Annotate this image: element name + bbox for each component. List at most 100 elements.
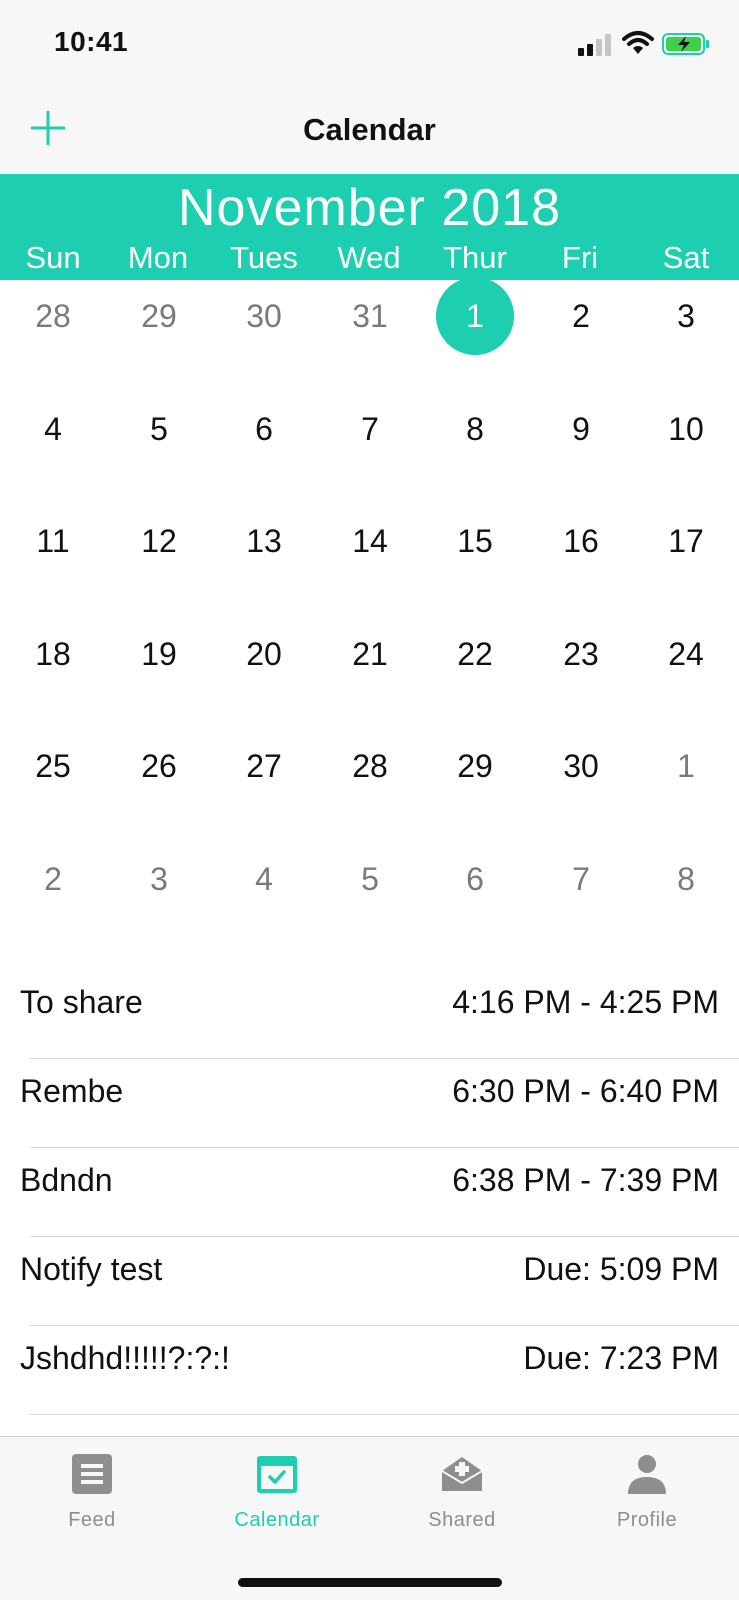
day-cell[interactable]: 27 (211, 716, 317, 816)
event-time: 6:30 PM - 6:40 PM (452, 1073, 719, 1109)
day-cell[interactable]: 10 (633, 379, 739, 479)
event-row[interactable]: Rembe 6:30 PM - 6:40 PM (0, 1059, 739, 1148)
day-cell[interactable]: 9 (528, 379, 634, 479)
day-cell[interactable]: 4 (211, 829, 317, 929)
day-number: 21 (352, 635, 388, 672)
day-cell[interactable]: 3 (106, 829, 212, 929)
day-number: 1 (677, 747, 695, 784)
day-cell[interactable]: 15 (422, 491, 528, 591)
day-number: 5 (150, 410, 168, 447)
day-number: 31 (352, 297, 388, 334)
tab-profile[interactable]: Profile (555, 1437, 739, 1547)
day-number: 25 (35, 747, 71, 784)
day-number: 28 (352, 747, 388, 784)
day-number: 4 (44, 410, 62, 447)
day-number: 13 (246, 522, 282, 559)
day-number: 23 (563, 635, 599, 672)
day-cell[interactable]: 1 (633, 716, 739, 816)
day-number: 22 (457, 635, 493, 672)
status-bar: 10:41 (0, 0, 739, 90)
tab-label: Feed (68, 1509, 116, 1531)
day-cell[interactable]: 13 (211, 491, 317, 591)
day-cell[interactable]: 16 (528, 491, 634, 591)
day-number: 28 (35, 297, 71, 334)
day-number: 18 (35, 635, 71, 672)
day-cell[interactable]: 8 (422, 379, 528, 479)
day-cell[interactable]: 11 (0, 491, 106, 591)
day-cell[interactable]: 20 (211, 604, 317, 704)
month-title: November 2018 (178, 179, 561, 237)
day-cell[interactable]: 23 (528, 604, 634, 704)
tab-shared[interactable]: Shared (370, 1437, 554, 1547)
day-cell[interactable]: 25 (0, 716, 106, 816)
day-cell[interactable]: 6 (422, 829, 528, 929)
day-number: 5 (361, 860, 379, 897)
day-cell[interactable]: 28 (317, 716, 423, 816)
day-number: 6 (466, 860, 484, 897)
day-cell[interactable]: 8 (633, 829, 739, 929)
day-cell[interactable]: 7 (317, 379, 423, 479)
status-time: 10:41 (54, 26, 129, 57)
day-number: 2 (44, 860, 62, 897)
day-number: 9 (572, 410, 590, 447)
day-number: 12 (141, 522, 177, 559)
divider (30, 1414, 739, 1415)
event-time: Due: 5:09 PM (523, 1251, 719, 1287)
day-number: 30 (563, 747, 599, 784)
day-number: 14 (352, 522, 388, 559)
day-cell[interactable]: 6 (211, 379, 317, 479)
day-cell[interactable]: 14 (317, 491, 423, 591)
day-number: 29 (141, 297, 177, 334)
wifi-icon (622, 31, 654, 54)
event-row[interactable]: To share 4:16 PM - 4:25 PM (0, 970, 739, 1059)
battery-charging-icon (662, 33, 709, 55)
day-cell[interactable]: 4 (0, 379, 106, 479)
day-cell[interactable]: 3 (633, 266, 739, 366)
event-row[interactable]: Jshdhd!!!!!?:?:! Due: 7:23 PM (0, 1326, 739, 1415)
day-cell[interactable]: 29 (106, 266, 212, 366)
tab-label: Calendar (234, 1509, 320, 1531)
day-number: 10 (668, 410, 704, 447)
event-row[interactable]: Bdndn 6:38 PM - 7:39 PM (0, 1148, 739, 1237)
day-cell[interactable]: 30 (528, 716, 634, 816)
day-cell[interactable]: 21 (317, 604, 423, 704)
page-title: Calendar (303, 112, 436, 147)
tab-feed[interactable]: Feed (0, 1437, 184, 1547)
day-cell[interactable]: 2 (0, 829, 106, 929)
day-cell[interactable]: 2 (528, 266, 634, 366)
event-title: Notify test (20, 1251, 163, 1287)
day-cell[interactable]: 31 (317, 266, 423, 366)
day-number: 15 (457, 522, 493, 559)
day-cell[interactable]: 30 (211, 266, 317, 366)
day-cell[interactable]: 17 (633, 491, 739, 591)
day-cell[interactable]: 12 (106, 491, 212, 591)
tab-calendar[interactable]: Calendar (185, 1437, 369, 1547)
day-number: 7 (572, 860, 590, 897)
day-cell[interactable]: 5 (106, 379, 212, 479)
calendar-grid: 28 29 30 31 1 2 3 4 5 6 7 8 9 10 11 12 13 14 15 16 17 18 19 20 2… (0, 277, 739, 970)
day-number: 24 (668, 635, 704, 672)
day-cell[interactable]: 29 (422, 716, 528, 816)
event-title: To share (20, 984, 143, 1020)
day-cell[interactable]: 28 (0, 266, 106, 366)
day-cell[interactable]: 24 (633, 604, 739, 704)
day-number: 11 (36, 522, 70, 559)
event-title: Jshdhd!!!!!?:?:! (20, 1340, 230, 1376)
event-title: Bdndn (20, 1162, 113, 1198)
event-time: 6:38 PM - 7:39 PM (452, 1162, 719, 1198)
feed-icon (72, 1454, 112, 1494)
day-number: 3 (677, 297, 695, 334)
day-number: 30 (246, 297, 282, 334)
day-cell[interactable]: 26 (106, 716, 212, 816)
day-cell[interactable]: 7 (528, 829, 634, 929)
event-row[interactable]: Notify test Due: 5:09 PM (0, 1237, 739, 1326)
day-cell[interactable]: 19 (106, 604, 212, 704)
day-number: 6 (255, 410, 273, 447)
day-number: 19 (141, 635, 177, 672)
selected-day-cell[interactable]: 1 (422, 266, 528, 366)
day-cell[interactable]: 5 (317, 829, 423, 929)
day-cell[interactable]: 18 (0, 604, 106, 704)
day-cell[interactable]: 22 (422, 604, 528, 704)
profile-icon (628, 1455, 666, 1494)
tab-label: Shared (428, 1509, 496, 1531)
